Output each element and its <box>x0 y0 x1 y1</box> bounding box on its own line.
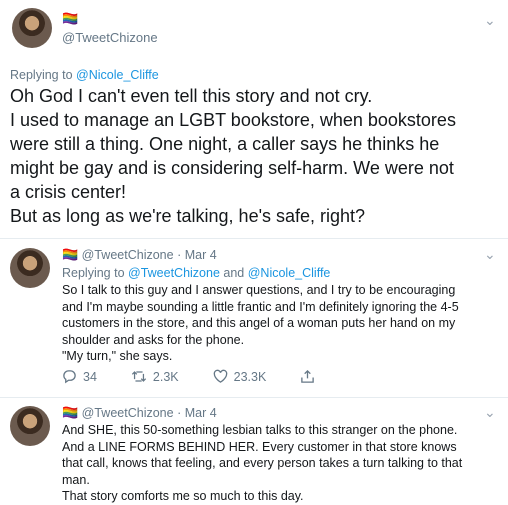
tweet-line: that call, knows that feeling, and every… <box>62 456 463 470</box>
tweet-line: man. <box>62 472 90 487</box>
separator-dot: · <box>177 406 182 420</box>
tweet-line: And a LINE FORMS BEHIND HER. Every custo… <box>62 439 457 454</box>
tweet-line: I used to manage an LGBT bookstore, when… <box>10 110 456 130</box>
tweet-line: might be gay and is considering self-har… <box>10 158 454 178</box>
tweet-line: So I talk to this guy and I answer quest… <box>62 283 456 297</box>
mention-link[interactable]: @Nicole_Cliffe <box>248 266 331 280</box>
retweet-count: 2.3K <box>152 369 179 384</box>
mention-link[interactable]: @TweetChizone <box>128 266 220 280</box>
separator-dot: · <box>177 248 182 262</box>
reply-count: 34 <box>83 369 97 384</box>
reply-icon <box>63 370 76 384</box>
replying-to-label: Replying to <box>10 68 77 82</box>
user-handle[interactable]: @TweetChizone <box>62 30 158 45</box>
chevron-down-icon[interactable]: ⌄ <box>484 404 496 421</box>
retweet-button[interactable]: 2.3K <box>131 369 179 384</box>
tweet-date[interactable]: Mar 4 <box>185 406 217 420</box>
share-button[interactable] <box>300 369 321 384</box>
avatar[interactable] <box>10 406 50 446</box>
tweet-line: But as long as we're talking, he's safe,… <box>10 206 366 226</box>
tweet-date[interactable]: Mar 4 <box>185 248 217 262</box>
tweet-header: 🏳️‍🌈 @TweetChizone · Mar 4 <box>62 248 217 262</box>
tweet-line: and I'm maybe sounding a little frantic … <box>62 299 459 314</box>
replying-to-label: Replying to <box>62 266 129 280</box>
tweet-line: customers in the store, and this angel o… <box>62 316 456 330</box>
tweet-actions: 34 2.3K 23.3K <box>62 369 355 384</box>
tweet-line: That story comforts me so much to this d… <box>62 489 304 503</box>
rainbow-flag-emoji: 🏳️‍🌈 <box>62 247 79 262</box>
share-icon <box>301 369 315 383</box>
tweet-text: So I talk to this guy and I answer quest… <box>62 282 502 365</box>
divider <box>0 238 508 239</box>
like-icon <box>213 369 227 383</box>
tweet-line: Oh God I can't even tell this story and … <box>10 86 373 106</box>
user-handle[interactable]: @TweetChizone <box>82 248 174 262</box>
tweet-text: Oh God I can't even tell this story and … <box>10 84 500 228</box>
reply-button[interactable]: 34 <box>62 369 97 384</box>
tweet-line: were still a thing. One night, a caller … <box>10 134 440 154</box>
retweet-icon <box>131 371 147 382</box>
user-handle[interactable]: @TweetChizone <box>82 406 174 420</box>
rainbow-flag-emoji: 🏳️‍🌈 <box>62 11 79 26</box>
replying-to: Replying to @Nicole_Cliffe <box>10 68 159 82</box>
avatar[interactable] <box>10 248 50 288</box>
like-button[interactable]: 23.3K <box>213 369 267 384</box>
like-count: 23.3K <box>233 369 267 384</box>
chevron-down-icon[interactable]: ⌄ <box>484 12 496 29</box>
avatar[interactable] <box>12 8 52 48</box>
chevron-down-icon[interactable]: ⌄ <box>484 246 496 263</box>
rainbow-flag-emoji: 🏳️‍🌈 <box>62 405 79 420</box>
and-label: and <box>219 266 248 280</box>
replying-to: Replying to @TweetChizone and @Nicole_Cl… <box>62 266 330 280</box>
tweet-header: 🏳️‍🌈 @TweetChizone · Mar 4 <box>62 406 217 420</box>
tweet-line: And SHE, this 50-something lesbian talks… <box>62 423 458 437</box>
tweet-line: a crisis center! <box>10 182 127 202</box>
tweet-line: shoulder and asks for the phone. <box>62 332 245 347</box>
mention-link[interactable]: @Nicole_Cliffe <box>76 68 159 82</box>
tweet-text: And SHE, this 50-something lesbian talks… <box>62 422 502 505</box>
divider <box>0 397 508 398</box>
tweet-line: "My turn," she says. <box>62 349 173 363</box>
